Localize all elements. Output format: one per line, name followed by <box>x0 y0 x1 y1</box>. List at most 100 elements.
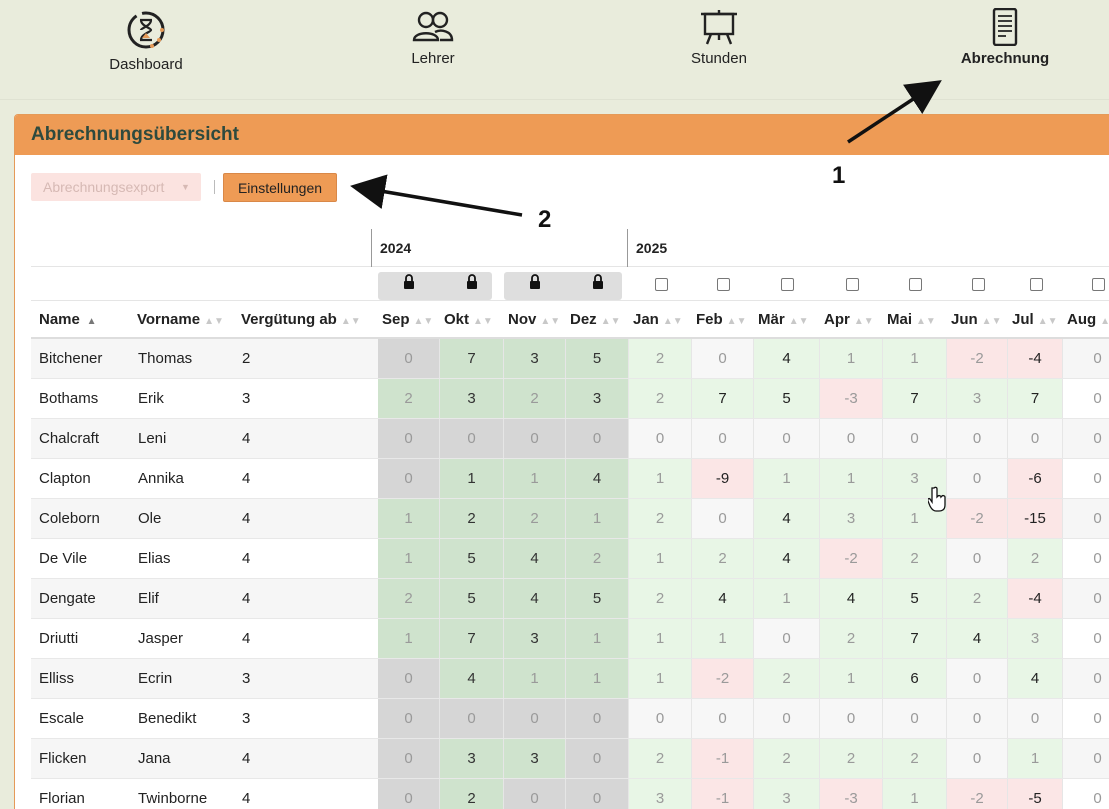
cell-month-value[interactable]: 3 <box>440 379 504 418</box>
cell-month-value[interactable]: -1 <box>692 739 754 778</box>
cell-month-value[interactable]: 1 <box>566 619 629 658</box>
cell-month-value[interactable]: 0 <box>440 419 504 458</box>
cell-month-value[interactable]: 0 <box>820 419 883 458</box>
cell-month-value[interactable]: 3 <box>504 739 566 778</box>
month-lock-checkbox[interactable] <box>781 278 794 291</box>
cell-month-value[interactable]: -3 <box>820 379 883 418</box>
cell-month-value[interactable]: 5 <box>566 579 629 618</box>
cell-month-value[interactable]: 1 <box>883 339 947 378</box>
cell-month-value[interactable]: 4 <box>692 579 754 618</box>
cell-month-value[interactable]: 0 <box>1008 699 1063 738</box>
cell-month-value[interactable]: 0 <box>947 459 1008 498</box>
cell-month-value[interactable]: 0 <box>378 739 440 778</box>
cell-month-value[interactable]: 0 <box>883 699 947 738</box>
cell-month-value[interactable]: 0 <box>504 699 566 738</box>
cell-month-value[interactable]: 0 <box>378 659 440 698</box>
table-row[interactable]: Bitchener Thomas 2 0 7 3 5 2 0 4 1 1 -2 -4 0 <box>31 339 1109 379</box>
settings-button[interactable]: Einstellungen <box>223 173 337 202</box>
cell-month-value[interactable]: 3 <box>947 379 1008 418</box>
cell-month-value[interactable]: 2 <box>378 579 440 618</box>
cell-month-value[interactable]: 1 <box>883 779 947 809</box>
cell-month-value[interactable]: 4 <box>754 339 820 378</box>
cell-month-value[interactable]: 4 <box>754 499 820 538</box>
cell-month-value[interactable]: 1 <box>629 539 692 578</box>
table-row[interactable]: Bothams Erik 3 2 3 2 3 2 7 5 -3 7 3 7 0 <box>31 379 1109 419</box>
col-header-month[interactable]: Feb ▲▼ <box>694 301 756 339</box>
cell-month-value[interactable]: 2 <box>820 739 883 778</box>
cell-month-value[interactable]: 7 <box>440 619 504 658</box>
cell-month-value[interactable]: 0 <box>1008 419 1063 458</box>
nav-abrechnung[interactable]: Abrechnung <box>925 8 1085 67</box>
cell-month-value[interactable]: 3 <box>629 779 692 809</box>
col-header-month[interactable]: Aug▲▼ <box>1065 301 1109 339</box>
cell-month-value[interactable]: 2 <box>378 379 440 418</box>
cell-month-value[interactable]: 1 <box>378 499 440 538</box>
cell-month-value[interactable]: 1 <box>504 459 566 498</box>
cell-month-value[interactable]: 5 <box>754 379 820 418</box>
cell-month-value[interactable]: 7 <box>883 619 947 658</box>
col-header-month[interactable]: Sep ▲▼ <box>380 301 442 339</box>
cell-month-value[interactable]: 1 <box>566 499 629 538</box>
cell-month-value[interactable]: 2 <box>947 579 1008 618</box>
col-header-verguetung[interactable]: Vergütung ab ▲▼ <box>241 301 376 339</box>
cell-month-value[interactable]: -3 <box>820 779 883 809</box>
cell-month-value[interactable]: 2 <box>883 739 947 778</box>
cell-month-value[interactable]: 0 <box>754 699 820 738</box>
cell-month-value[interactable]: 0 <box>566 739 629 778</box>
col-header-month[interactable]: Dez ▲▼ <box>568 301 631 339</box>
nav-lehrer[interactable]: Lehrer <box>353 8 513 67</box>
col-header-month[interactable]: Mär ▲▼ <box>756 301 822 339</box>
cell-month-value[interactable]: 3 <box>754 779 820 809</box>
cell-month-value[interactable]: 0 <box>692 419 754 458</box>
cell-month-value[interactable]: 0 <box>947 419 1008 458</box>
month-lock-checkbox[interactable] <box>909 278 922 291</box>
cell-month-value[interactable]: 0 <box>1063 379 1109 418</box>
cell-month-value[interactable]: -15 <box>1008 499 1063 538</box>
cell-month-value[interactable]: -4 <box>1008 579 1063 618</box>
cell-month-value[interactable]: 1 <box>378 539 440 578</box>
cell-month-value[interactable]: 1 <box>629 619 692 658</box>
cell-month-value[interactable]: 0 <box>440 699 504 738</box>
nav-stunden[interactable]: Stunden <box>639 8 799 67</box>
col-header-vorname[interactable]: Vorname ▲▼ <box>137 301 237 339</box>
cell-month-value[interactable]: 0 <box>947 739 1008 778</box>
cell-month-value[interactable]: 1 <box>504 659 566 698</box>
col-header-month[interactable]: Apr ▲▼ <box>822 301 885 339</box>
cell-month-value[interactable]: 0 <box>1063 499 1109 538</box>
cell-month-value[interactable]: 5 <box>440 539 504 578</box>
cell-month-value[interactable]: 4 <box>947 619 1008 658</box>
cell-month-value[interactable]: 0 <box>566 779 629 809</box>
cell-month-value[interactable]: 0 <box>1063 579 1109 618</box>
cell-month-value[interactable]: 7 <box>692 379 754 418</box>
cell-month-value[interactable]: 0 <box>692 499 754 538</box>
cell-month-value[interactable]: -5 <box>1008 779 1063 809</box>
cell-month-value[interactable]: 1 <box>754 579 820 618</box>
cell-month-value[interactable]: 2 <box>629 579 692 618</box>
cell-month-value[interactable]: 0 <box>947 699 1008 738</box>
table-row[interactable]: Flicken Jana 4 0 3 3 0 2 -1 2 2 2 0 1 0 <box>31 739 1109 779</box>
cell-month-value[interactable]: 2 <box>629 379 692 418</box>
cell-month-value[interactable]: 0 <box>692 699 754 738</box>
cell-month-value[interactable]: 2 <box>504 379 566 418</box>
col-header-month[interactable]: Nov ▲▼ <box>506 301 568 339</box>
cell-month-value[interactable]: 1 <box>820 339 883 378</box>
cell-month-value[interactable]: 2 <box>1008 539 1063 578</box>
cell-month-value[interactable]: 5 <box>883 579 947 618</box>
cell-month-value[interactable]: 1 <box>566 659 629 698</box>
cell-month-value[interactable]: 1 <box>440 459 504 498</box>
cell-month-value[interactable]: 3 <box>566 379 629 418</box>
cell-month-value[interactable]: 0 <box>1063 419 1109 458</box>
cell-month-value[interactable]: 0 <box>378 459 440 498</box>
cell-month-value[interactable]: 5 <box>440 579 504 618</box>
cell-month-value[interactable]: 7 <box>440 339 504 378</box>
col-header-month[interactable]: Jun ▲▼ <box>949 301 1010 339</box>
cell-month-value[interactable]: 2 <box>440 499 504 538</box>
cell-month-value[interactable]: 4 <box>820 579 883 618</box>
cell-month-value[interactable]: 1 <box>820 659 883 698</box>
col-header-month[interactable]: Okt ▲▼ <box>442 301 506 339</box>
cell-month-value[interactable]: 4 <box>1008 659 1063 698</box>
month-lock-checkbox[interactable] <box>717 278 730 291</box>
cell-month-value[interactable]: 2 <box>754 739 820 778</box>
cell-month-value[interactable]: 2 <box>754 659 820 698</box>
month-lock-checkbox[interactable] <box>1092 278 1105 291</box>
